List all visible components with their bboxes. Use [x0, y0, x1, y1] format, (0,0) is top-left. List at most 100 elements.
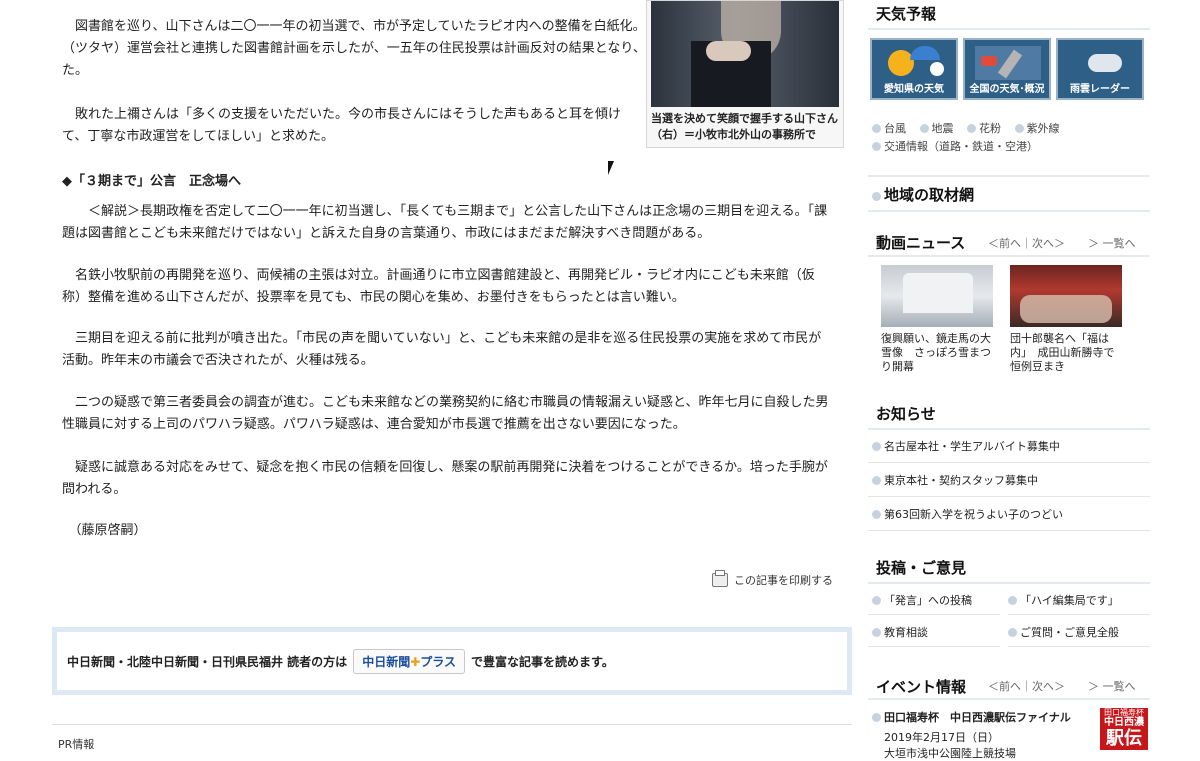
- notice-title: お知らせ: [876, 405, 936, 423]
- notice-item-2[interactable]: 東京本社・契約スタッフ募集中: [872, 472, 1038, 488]
- article-photo[interactable]: [651, 1, 839, 107]
- weather-map-icon: [975, 46, 1041, 80]
- notice-row-line: [868, 496, 1150, 497]
- weather-aichi-button[interactable]: 愛知県の天気: [870, 38, 958, 100]
- mouse-cursor-icon: [608, 161, 614, 175]
- video-list-link[interactable]: ＞ 一覧へ: [1088, 235, 1136, 251]
- weather-topics: 台風 地震 花粉 紫外線 交通情報（道路・鉄道・空港）: [872, 120, 1152, 156]
- topic-earthquake[interactable]: 地震: [919, 122, 954, 135]
- promo-lead: 中日新聞・北陸中日新聞・日刊県民福井 読者の方は: [67, 654, 348, 669]
- topic-typhoon[interactable]: 台風: [872, 122, 906, 135]
- event-list-link[interactable]: ＞ 一覧へ: [1088, 678, 1136, 694]
- video-prev-next[interactable]: ＜前へ｜次へ＞: [988, 235, 1065, 251]
- weather-divider: [868, 28, 1150, 30]
- bullet-icon: [1014, 124, 1024, 133]
- umbrella-icon: [910, 46, 940, 60]
- network-title: 地域の取材網: [884, 186, 975, 204]
- network-divider: [868, 210, 1150, 212]
- notice-row-line: [868, 530, 1150, 531]
- print-article-link[interactable]: この記事を印刷する: [712, 570, 833, 588]
- video-caption-2[interactable]: 団十郎襲名へ「福は内」 成田山新勝寺で恒例豆まき: [1010, 332, 1125, 374]
- bullet-icon: [872, 442, 881, 451]
- plus-cross-icon: ✚: [410, 654, 421, 669]
- bullet-icon: [872, 142, 881, 151]
- opinion-hatsugen[interactable]: 「発言」への投稿: [872, 592, 972, 608]
- video-thumb-2[interactable]: [1010, 265, 1122, 327]
- weather-national-button[interactable]: 全国の天気･概況: [963, 38, 1051, 100]
- opinion-row-line: [868, 646, 1000, 647]
- article-paragraph-4: 名鉄小牧駅前の再開発を巡り、両候補の主張は対立。計画通りに市立図書館建設と、再開…: [62, 268, 815, 305]
- event-poster-name: 中日西濃: [1104, 717, 1144, 728]
- bullet-icon: [872, 596, 881, 605]
- bullet-icon: [872, 713, 881, 722]
- article-paragraph-3: ＜解説＞長期政権を否定して二〇一一年に初当選し、「長くても三期まで」と公言した山…: [62, 204, 828, 241]
- bullet-icon: [1008, 628, 1017, 637]
- rain-radar-label: 雨雲レーダー: [1070, 84, 1130, 95]
- printer-icon: [712, 570, 728, 587]
- opinion-divider: [868, 582, 1150, 584]
- bullet-icon: [967, 124, 976, 133]
- section-heading: ◆「３期まで」公言 正念場へ: [62, 174, 241, 189]
- event-item-date: 2019年2月17日（日）: [884, 731, 999, 744]
- notice-item-3[interactable]: 第63回新入学を祝うよい子のつどい: [872, 506, 1063, 522]
- article-photo-box: 当選を決めて笑顔で握手する山下さん（右）＝小牧市北外山の事務所で: [646, 0, 844, 148]
- article-paragraph-7: 疑惑に誠意ある対応をみせて、疑念を抱く市民の信頼を回復し、懸案の駅前再開発に決着…: [62, 460, 828, 497]
- opinion-row-line: [868, 614, 1000, 615]
- sidebar: 天気予報 愛知県の天気 全国の天気･概況 雨雲レーダー 台風 地震 花粉 紫外線…: [868, 0, 1152, 760]
- notice-item-1[interactable]: 名古屋本社・学生アルバイト募集中: [872, 438, 1060, 454]
- opinion-row-line: [1008, 646, 1150, 647]
- rain-radar-button[interactable]: 雨雲レーダー: [1056, 38, 1144, 100]
- opinion-row-line: [1008, 614, 1150, 615]
- rain-cloud-icon: [1088, 54, 1122, 72]
- topic-pollen[interactable]: 花粉: [967, 122, 1001, 135]
- chunichi-plus-badge[interactable]: 中日新聞✚プラス: [353, 648, 466, 674]
- video-divider: [868, 255, 1150, 257]
- event-item-title[interactable]: 田口福寿杯 中日西濃駅伝ファイナル: [872, 709, 1071, 725]
- topic-uv[interactable]: 紫外線: [1014, 122, 1060, 135]
- opinion-title: 投稿・ご意見: [876, 559, 967, 577]
- opinion-education[interactable]: 教育相談: [872, 624, 928, 640]
- article-main: 図書館を巡り、山下さんは二〇一一年の初当選で、市が予定していたラピオ内への整備を…: [52, 0, 852, 751]
- event-title: イベント情報: [876, 678, 967, 696]
- article-paragraph-5: 三期目を迎える前に批判が噴き出た。「市民の声を聞いていない」と、こども未来館の是…: [62, 331, 822, 368]
- event-item-place: 大垣市浅中公園陸上競技場: [884, 747, 1016, 760]
- opinion-general[interactable]: ご質問・ご意見全般: [1008, 624, 1119, 640]
- opinion-hai-henshukyoku[interactable]: 「ハイ編集局です」: [1008, 592, 1119, 608]
- photo-caption: 当選を決めて笑顔で握手する山下さん（右）＝小牧市北外山の事務所で: [651, 112, 838, 141]
- pr-divider: [52, 724, 852, 725]
- video-title: 動画ニュース: [876, 234, 966, 252]
- bullet-icon: [1008, 596, 1017, 605]
- bullet-icon: [872, 510, 881, 519]
- chevron-right-icon: ＞: [1088, 680, 1103, 693]
- event-poster-image[interactable]: 田口福寿杯 中日西濃 駅伝: [1100, 708, 1148, 750]
- bullet-icon: [919, 124, 929, 133]
- snowman-icon: [930, 62, 944, 76]
- weather-title: 天気予報: [876, 5, 937, 23]
- network-divider-top: [868, 175, 1150, 177]
- video-caption-1[interactable]: 復興願い、鏡走馬の大雪像 さっぽろ雪まつり開幕: [881, 332, 996, 374]
- badge-main: 中日新聞: [362, 654, 411, 669]
- chevron-right-icon: ＞: [1088, 237, 1103, 250]
- bullet-icon: [872, 124, 881, 133]
- badge-tail: プラス: [420, 654, 457, 669]
- bullet-icon: [872, 628, 881, 637]
- weather-national-label: 全国の天気･概況: [969, 84, 1045, 95]
- chunichi-plus-promo: 中日新聞・北陸中日新聞・日刊県民福井 読者の方は 中日新聞✚プラス で豊富な記事…: [52, 627, 852, 695]
- event-divider: [868, 698, 1150, 700]
- bullet-icon: [872, 476, 881, 485]
- article-paragraph-6: 二つの疑惑で第三者委員会の調査が進む。こども未来館などの業務契約に絡む市職員の情…: [62, 395, 829, 432]
- network-link[interactable]: 地域の取材網: [872, 184, 974, 205]
- notice-row-line: [868, 462, 1150, 463]
- event-poster-big-text: 駅伝: [1106, 728, 1142, 749]
- topic-traffic[interactable]: 交通情報（道路・鉄道・空港）: [872, 140, 1038, 153]
- article-paragraph-2: 敗れた上禰さんは「多くの支援をいただいた。今の市長さんにはそうした声もあると耳を…: [62, 107, 622, 144]
- article-byline: （藤原啓嗣）: [62, 523, 147, 538]
- promo-inner: 中日新聞・北陸中日新聞・日刊県民福井 読者の方は 中日新聞✚プラス で豊富な記事…: [57, 632, 847, 690]
- notice-divider: [868, 428, 1150, 430]
- bullet-icon: [872, 192, 881, 201]
- event-prev-next[interactable]: ＜前へ｜次へ＞: [988, 678, 1065, 694]
- promo-tail: で豊富な記事を読めます。: [471, 654, 614, 669]
- print-article-label: この記事を印刷する: [734, 574, 833, 587]
- weather-aichi-label: 愛知県の天気: [884, 84, 944, 95]
- video-thumb-1[interactable]: [881, 265, 993, 327]
